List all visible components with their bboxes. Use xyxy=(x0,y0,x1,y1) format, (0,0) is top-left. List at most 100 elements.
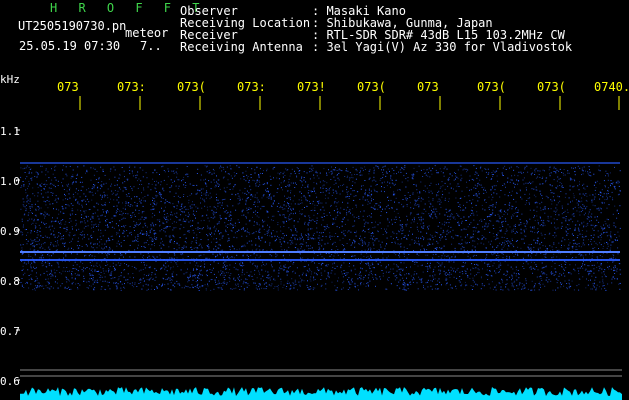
noise-pixel xyxy=(561,185,563,186)
noise-pixel xyxy=(572,186,574,188)
noise-pixel xyxy=(317,269,319,271)
noise-pixel xyxy=(287,280,289,282)
noise-pixel xyxy=(427,175,429,177)
noise-pixel xyxy=(566,287,568,289)
noise-pixel xyxy=(434,266,436,268)
noise-pixel xyxy=(488,241,490,243)
noise-pixel xyxy=(601,268,603,270)
noise-pixel xyxy=(187,176,189,178)
noise-pixel xyxy=(374,205,376,207)
noise-pixel xyxy=(203,219,205,221)
noise-pixel xyxy=(195,247,197,248)
noise-pixel xyxy=(474,173,476,175)
noise-pixel xyxy=(505,275,507,276)
noise-pixel xyxy=(105,289,107,291)
noise-pixel xyxy=(544,250,546,252)
noise-pixel xyxy=(225,253,227,255)
noise-pixel xyxy=(233,257,235,259)
noise-pixel xyxy=(355,235,357,237)
noise-pixel xyxy=(487,168,489,170)
noise-pixel xyxy=(189,205,191,207)
noise-pixel xyxy=(365,221,367,223)
noise-pixel xyxy=(96,262,98,264)
noise-pixel xyxy=(489,243,491,245)
noise-pixel xyxy=(439,239,441,241)
noise-pixel xyxy=(25,189,27,191)
noise-pixel xyxy=(444,199,446,201)
noise-pixel xyxy=(447,288,449,290)
noise-pixel xyxy=(236,249,238,250)
noise-pixel xyxy=(325,188,327,189)
noise-pixel xyxy=(27,232,29,234)
noise-pixel xyxy=(346,243,348,244)
noise-pixel xyxy=(206,214,208,216)
noise-pixel xyxy=(174,180,175,182)
noise-pixel xyxy=(60,239,62,241)
noise-pixel xyxy=(245,180,247,182)
noise-pixel xyxy=(262,219,263,221)
noise-pixel xyxy=(346,186,348,188)
noise-pixel xyxy=(20,282,22,283)
noise-pixel xyxy=(125,279,127,281)
noise-pixel xyxy=(561,207,563,209)
noise-pixel xyxy=(410,227,412,228)
noise-pixel xyxy=(293,226,295,228)
noise-pixel xyxy=(54,186,56,188)
noise-pixel xyxy=(189,194,191,196)
noise-pixel xyxy=(76,229,77,231)
noise-pixel xyxy=(463,265,465,267)
noise-pixel xyxy=(390,283,392,285)
noise-pixel xyxy=(444,221,446,223)
noise-pixel xyxy=(447,255,449,257)
noise-pixel xyxy=(194,277,196,279)
noise-pixel xyxy=(48,264,50,266)
noise-pixel xyxy=(52,217,53,219)
noise-pixel xyxy=(33,218,35,220)
noise-pixel xyxy=(459,204,461,206)
noise-pixel xyxy=(530,266,532,268)
noise-pixel xyxy=(116,234,117,236)
noise-pixel xyxy=(593,268,595,270)
noise-pixel xyxy=(512,206,514,208)
noise-pixel xyxy=(495,220,497,222)
noise-pixel xyxy=(379,179,381,181)
noise-pixel xyxy=(354,255,356,257)
noise-pixel xyxy=(226,256,228,258)
noise-pixel xyxy=(587,270,589,272)
noise-pixel xyxy=(363,276,365,278)
noise-pixel xyxy=(535,254,537,256)
noise-pixel xyxy=(450,273,452,275)
noise-pixel xyxy=(497,213,499,215)
noise-pixel xyxy=(591,255,593,257)
noise-pixel xyxy=(588,166,590,168)
noise-pixel xyxy=(140,232,142,234)
noise-pixel xyxy=(335,289,337,291)
noise-pixel xyxy=(416,273,418,275)
noise-pixel xyxy=(253,232,255,234)
noise-pixel xyxy=(619,181,620,183)
noise-pixel xyxy=(261,173,263,174)
noise-pixel xyxy=(568,272,570,274)
noise-pixel xyxy=(238,229,240,231)
noise-pixel xyxy=(219,167,221,169)
noise-pixel xyxy=(255,287,257,289)
noise-pixel xyxy=(307,236,309,238)
noise-pixel xyxy=(383,187,385,188)
noise-pixel xyxy=(146,264,148,266)
noise-pixel xyxy=(578,230,580,232)
noise-pixel xyxy=(321,256,323,258)
noise-pixel xyxy=(349,281,351,283)
noise-pixel xyxy=(283,215,285,217)
noise-pixel xyxy=(402,270,404,272)
noise-pixel xyxy=(158,192,160,194)
noise-pixel xyxy=(343,262,345,264)
noise-pixel xyxy=(299,253,301,255)
noise-pixel xyxy=(572,193,574,195)
noise-pixel xyxy=(318,235,320,237)
noise-pixel xyxy=(307,245,309,247)
noise-pixel xyxy=(555,210,557,212)
noise-pixel xyxy=(554,268,556,270)
noise-pixel xyxy=(198,189,200,191)
noise-pixel xyxy=(94,243,96,245)
noise-pixel xyxy=(133,286,135,288)
